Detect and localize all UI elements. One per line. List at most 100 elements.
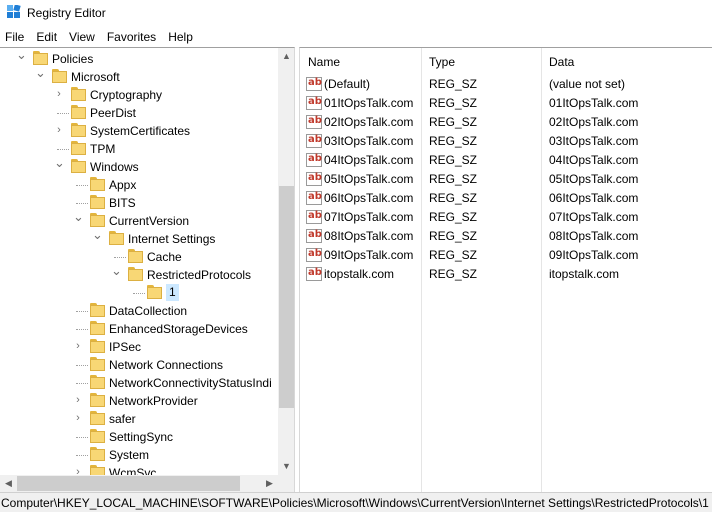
value-row[interactable]: ab (Default) REG_SZ (value not set)	[300, 75, 712, 94]
tree-connector-line	[57, 149, 69, 150]
registry-tree[interactable]: ⌄ Policies ⌄ Microsoft › Cryptography PeerDist…	[0, 47, 295, 492]
tree-item-label: safer	[109, 412, 136, 426]
tree-item[interactable]: EnhancedStorageDevices	[0, 320, 278, 338]
tree-item[interactable]: System	[0, 446, 278, 464]
value-type: REG_SZ	[429, 191, 478, 205]
chevron-down-icon[interactable]: ⌄	[54, 156, 65, 169]
tree-item[interactable]: 1	[0, 284, 278, 302]
tree-item[interactable]: SettingSync	[0, 428, 278, 446]
menu-file[interactable]: File	[0, 28, 30, 47]
tree-horizontal-scrollbar[interactable]: ◀ ▶	[0, 475, 278, 492]
value-name: 05ItOpsTalk.com	[324, 172, 414, 186]
title-bar: Registry Editor	[0, 0, 712, 28]
string-value-icon-text: ab	[308, 134, 322, 145]
tree-item[interactable]: ⌄ RestrictedProtocols	[0, 264, 278, 284]
tree-vertical-scrollbar[interactable]: ▲ ▼	[278, 48, 294, 475]
value-type: REG_SZ	[429, 267, 478, 281]
scroll-up-icon[interactable]: ▲	[278, 48, 294, 65]
tree-item-label: Policies	[52, 52, 94, 66]
tree-item-label: Microsoft	[71, 70, 120, 84]
value-type: REG_SZ	[429, 115, 478, 129]
chevron-right-icon[interactable]: ›	[73, 340, 83, 352]
tree-item[interactable]: › Cryptography	[0, 86, 278, 104]
tree-item[interactable]: Cache	[0, 248, 278, 266]
tree-item[interactable]: ⌄ Microsoft	[0, 66, 278, 86]
folder-icon	[71, 123, 86, 137]
menu-favorites[interactable]: Favorites	[101, 28, 162, 47]
tree-item[interactable]: ⌄ CurrentVersion	[0, 210, 278, 230]
value-type: REG_SZ	[429, 210, 478, 224]
value-row[interactable]: ab 05ItOpsTalk.com REG_SZ 05ItOpsTalk.com	[300, 170, 712, 189]
scroll-down-icon[interactable]: ▼	[278, 458, 294, 475]
tree-connector-line	[76, 203, 88, 204]
value-row[interactable]: ab 04ItOpsTalk.com REG_SZ 04ItOpsTalk.com	[300, 151, 712, 170]
chevron-down-icon[interactable]: ⌄	[35, 66, 46, 79]
tree-item[interactable]: › IPSec	[0, 338, 278, 356]
value-data: (value not set)	[549, 77, 626, 91]
menu-bar: File Edit View Favorites Help	[0, 28, 712, 47]
tree-item-label: 1	[166, 284, 179, 301]
folder-icon	[90, 411, 105, 425]
chevron-right-icon[interactable]: ›	[73, 412, 83, 424]
tree-item-label: RestrictedProtocols	[147, 268, 252, 282]
scroll-right-icon[interactable]: ▶	[261, 475, 278, 492]
chevron-down-icon[interactable]: ⌄	[92, 228, 103, 241]
chevron-down-icon[interactable]: ⌄	[73, 210, 84, 223]
menu-help[interactable]: Help	[162, 28, 199, 47]
value-row[interactable]: ab 02ItOpsTalk.com REG_SZ 02ItOpsTalk.com	[300, 113, 712, 132]
chevron-down-icon[interactable]: ⌄	[16, 48, 27, 61]
tree-item[interactable]: TPM	[0, 140, 278, 158]
tree-item[interactable]: BITS	[0, 194, 278, 212]
tree-connector-line	[76, 455, 88, 456]
tree-item-label: PeerDist	[90, 106, 137, 120]
string-value-icon: ab	[306, 229, 322, 243]
menu-view[interactable]: View	[63, 28, 101, 47]
chevron-right-icon[interactable]: ›	[54, 124, 64, 136]
column-header-data[interactable]: Data	[549, 55, 574, 69]
value-name: 02ItOpsTalk.com	[324, 115, 414, 129]
tree-item[interactable]: › safer	[0, 410, 278, 428]
list-header: Name Type Data	[300, 48, 712, 75]
value-data: 06ItOpsTalk.com	[549, 191, 639, 205]
scroll-left-icon[interactable]: ◀	[0, 475, 17, 492]
value-row[interactable]: ab 07ItOpsTalk.com REG_SZ 07ItOpsTalk.com	[300, 208, 712, 227]
registry-path: Computer\HKEY_LOCAL_MACHINE\SOFTWARE\Pol…	[1, 496, 709, 510]
value-row[interactable]: ab 01ItOpsTalk.com REG_SZ 01ItOpsTalk.com	[300, 94, 712, 113]
value-row[interactable]: ab 03ItOpsTalk.com REG_SZ 03ItOpsTalk.com	[300, 132, 712, 151]
window-title: Registry Editor	[27, 6, 106, 20]
tree-item[interactable]: DataCollection	[0, 302, 278, 320]
value-type: REG_SZ	[429, 96, 478, 110]
tree-vertical-scroll-thumb[interactable]	[279, 186, 294, 408]
chevron-down-icon[interactable]: ⌄	[111, 264, 122, 277]
value-name: 09ItOpsTalk.com	[324, 248, 414, 262]
values-list[interactable]: Name Type Data ab (Default) REG_SZ (value n…	[299, 47, 712, 492]
value-row[interactable]: ab 06ItOpsTalk.com REG_SZ 06ItOpsTalk.com	[300, 189, 712, 208]
value-row[interactable]: ab 09ItOpsTalk.com REG_SZ 09ItOpsTalk.com	[300, 246, 712, 265]
tree-item-label: SettingSync	[109, 430, 174, 444]
tree-item[interactable]: PeerDist	[0, 104, 278, 122]
string-value-icon-text: ab	[308, 229, 322, 240]
tree-horizontal-scroll-thumb[interactable]	[17, 476, 240, 491]
chevron-right-icon[interactable]: ›	[54, 88, 64, 100]
column-header-type[interactable]: Type	[429, 55, 455, 69]
menu-edit[interactable]: Edit	[30, 28, 63, 47]
string-value-icon-text: ab	[308, 153, 322, 164]
value-row[interactable]: ab itopstalk.com REG_SZ itopstalk.com	[300, 265, 712, 284]
tree-item[interactable]: Network Connections	[0, 356, 278, 374]
chevron-right-icon[interactable]: ›	[73, 394, 83, 406]
tree-item[interactable]: NetworkConnectivityStatusIndi	[0, 374, 278, 392]
tree-item[interactable]: ⌄ Internet Settings	[0, 228, 278, 248]
tree-item-label: Internet Settings	[128, 232, 216, 246]
tree-item-label: Cryptography	[90, 88, 163, 102]
value-row[interactable]: ab 08ItOpsTalk.com REG_SZ 08ItOpsTalk.com	[300, 227, 712, 246]
tree-item[interactable]: › NetworkProvider	[0, 392, 278, 410]
value-type: REG_SZ	[429, 172, 478, 186]
tree-item-label: DataCollection	[109, 304, 188, 318]
folder-icon	[90, 339, 105, 353]
tree-connector-line	[76, 383, 88, 384]
tree-item[interactable]: ⌄ Windows	[0, 156, 278, 176]
tree-item[interactable]: Appx	[0, 176, 278, 194]
column-header-name[interactable]: Name	[308, 55, 340, 69]
tree-item-label: BITS	[109, 196, 136, 210]
tree-item[interactable]: › SystemCertificates	[0, 122, 278, 140]
